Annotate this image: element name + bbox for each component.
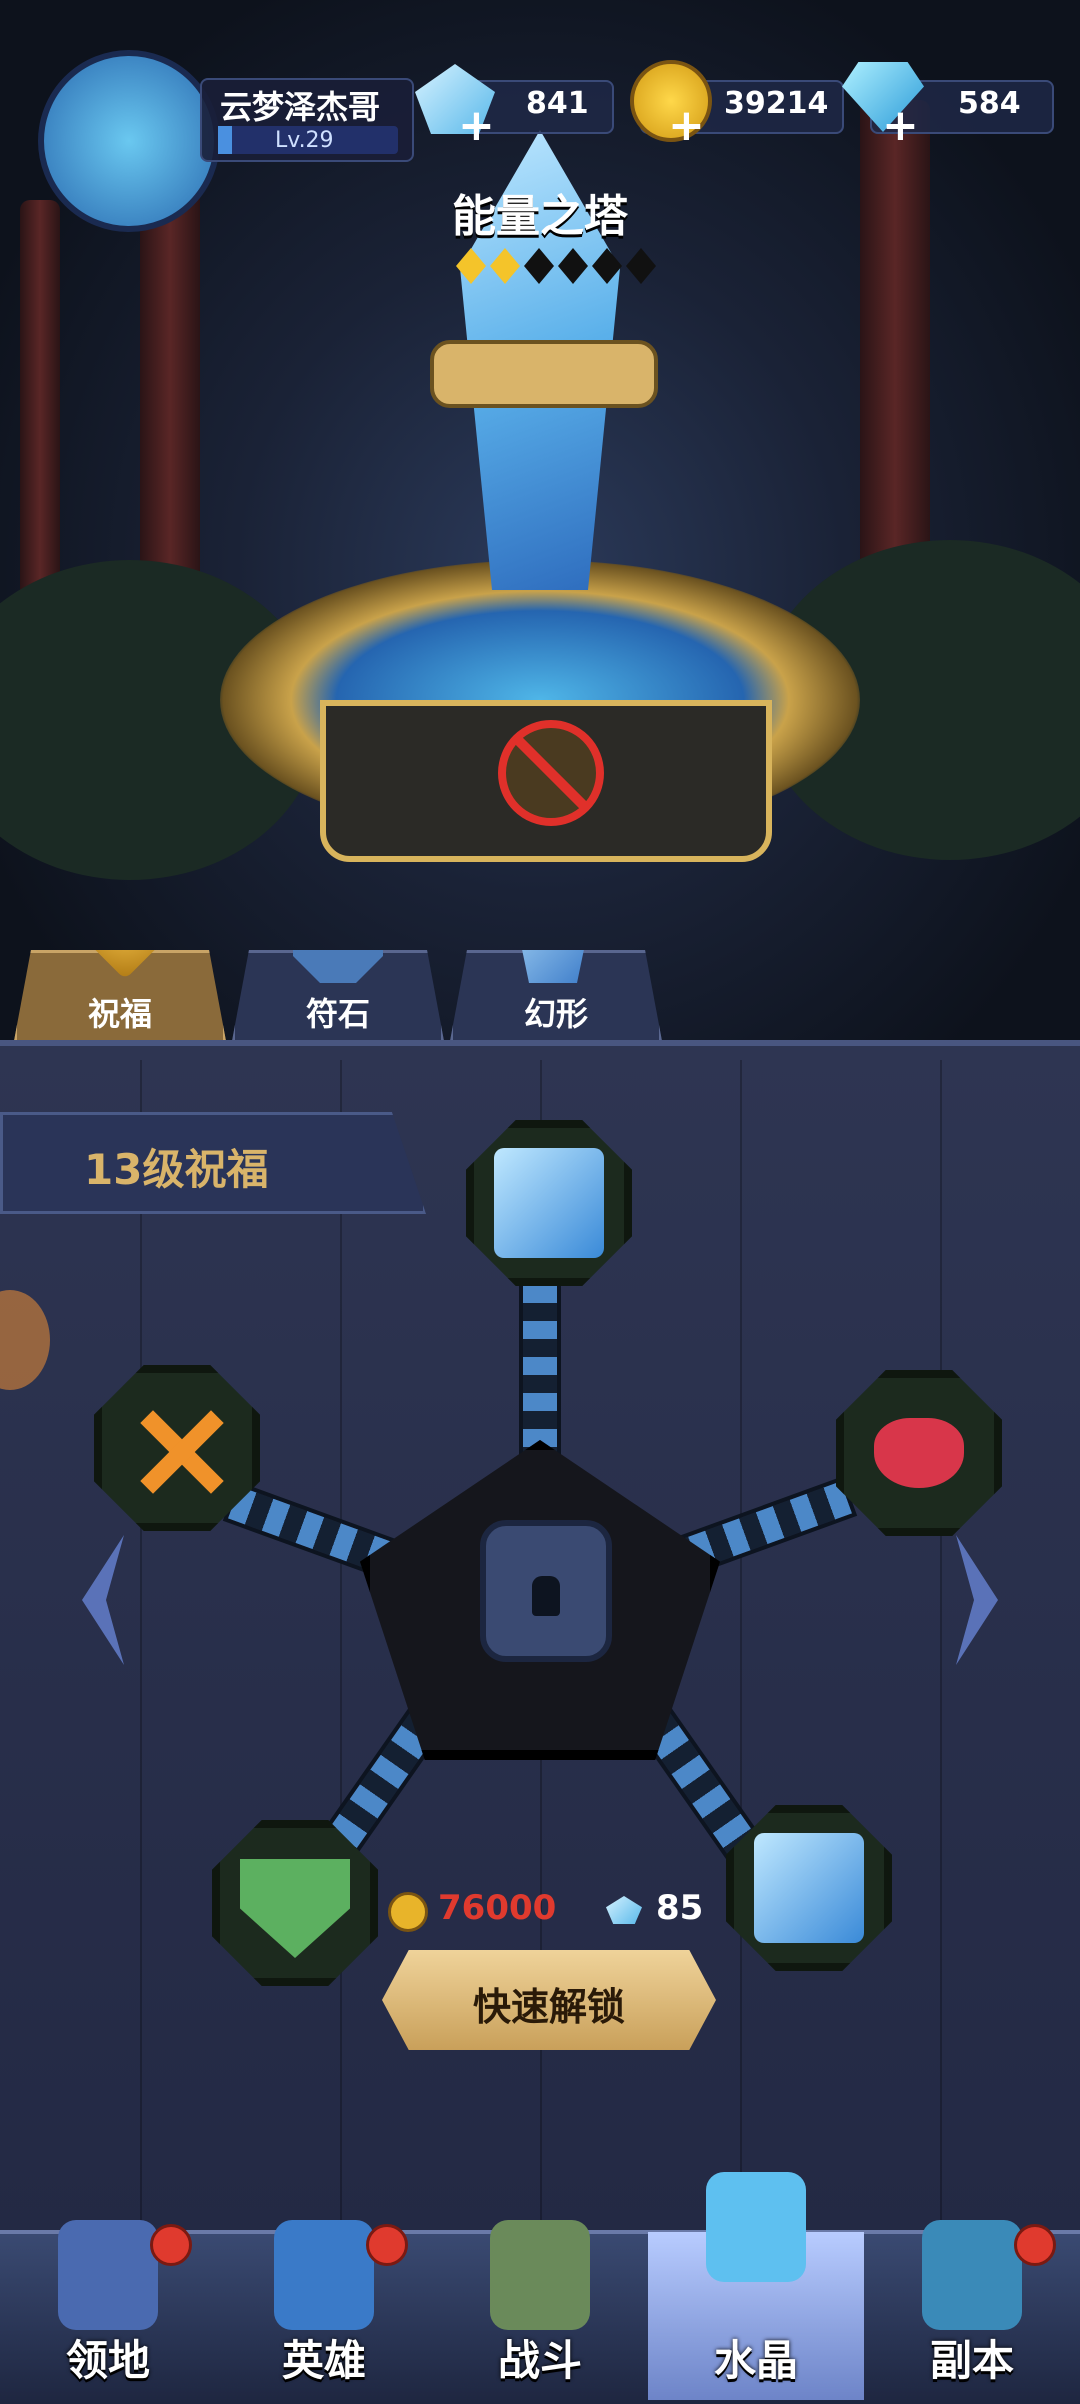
tower-title: 能量之塔 [452,191,628,242]
nav-territory[interactable]: 领地 [0,2200,216,2400]
shield-icon [240,1859,350,1958]
castle-icon [58,2220,158,2330]
heart-icon [864,1398,974,1508]
panel-divider [740,1060,742,2220]
notification-dot [1014,2224,1056,2266]
player-level: Lv.29 [275,128,334,153]
tab-label: 祝福 [87,995,152,1033]
star-filled-icon [490,248,520,284]
star-empty-icon [626,248,656,284]
diamond-amount: 584 [958,86,1021,121]
lock-icon [480,1520,612,1662]
crystal-amount: 841 [526,86,589,121]
star-filled-icon [456,248,486,284]
node-health[interactable] [836,1370,1002,1536]
notification-dot [150,2224,192,2266]
panel-divider [140,1060,142,2220]
nav-dungeon[interactable]: 副本 [864,2200,1080,2400]
nav-label: 领地 [65,2336,150,2385]
star-rating [456,248,656,288]
crystal-icon [706,2172,806,2282]
star-empty-icon [592,248,622,284]
nav-label: 战斗 [497,2336,582,2385]
gold-coin-icon [388,1892,428,1932]
node-crystal-shield[interactable] [726,1805,892,1971]
player-name: 云梦泽杰哥 [220,88,381,126]
nav-label: 英雄 [281,2336,366,2385]
wizard-icon [274,2220,374,2330]
player-avatar[interactable] [38,50,220,232]
gold-cost: 76000 [438,1888,557,1928]
locked-slot-icon[interactable] [498,720,604,826]
node-crystal-heart[interactable] [466,1120,632,1286]
nav-heroes[interactable]: 英雄 [216,2200,432,2400]
quick-unlock-label: 快速解锁 [472,1985,625,2029]
blessing-level-title: 13级祝福 [84,1145,269,1194]
tab-transform[interactable]: 幻形 [450,950,662,1041]
add-crystal-icon[interactable]: + [458,100,495,151]
node-attack[interactable] [94,1365,260,1531]
tab-label: 符石 [305,995,370,1033]
panel-divider [340,1060,342,2220]
crossed-swords-icon [122,1393,232,1503]
gold-amount: 39214 [724,86,829,121]
quick-unlock-button[interactable]: 快速解锁 [382,1950,716,2050]
star-empty-icon [524,248,554,284]
tab-label: 幻形 [523,995,588,1033]
tab-runestone[interactable]: 符石 [232,950,444,1041]
add-diamond-icon[interactable]: + [882,100,919,151]
notification-dot [366,2224,408,2266]
nav-crystal[interactable]: 水晶 [648,2172,864,2400]
node-defense[interactable] [212,1820,378,1986]
tab-blessing[interactable]: 祝福 [14,950,226,1041]
star-empty-icon [558,248,588,284]
crystal-band [430,340,658,408]
nav-battle[interactable]: 战斗 [432,2200,648,2400]
add-gold-icon[interactable]: + [668,100,705,151]
sword-icon [490,2220,590,2330]
crystal-cost: 85 [656,1888,704,1928]
portal-icon [922,2220,1022,2330]
nav-label: 水晶 [713,2336,798,2385]
panel-divider [940,1060,942,2220]
nav-label: 副本 [929,2336,1014,2385]
